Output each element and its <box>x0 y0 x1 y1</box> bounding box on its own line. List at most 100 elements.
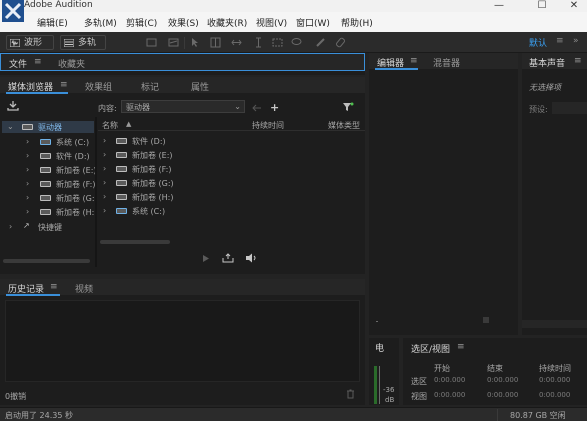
preset-label: 预设: <box>529 105 548 114</box>
import-icon[interactable] <box>7 100 19 111</box>
filter-icon[interactable] <box>342 102 354 112</box>
maximize-button[interactable]: ☐ <box>531 0 553 12</box>
app-logo-icon <box>2 0 24 22</box>
list-item[interactable]: 新加卷 (H:) <box>132 192 174 203</box>
add-shortcut-icon[interactable]: + <box>270 101 279 114</box>
tree-item-f[interactable]: 新加卷 (F:) <box>56 179 95 190</box>
chevron-right-icon[interactable]: › <box>26 193 29 202</box>
list-item[interactable]: 软件 (D:) <box>132 136 166 147</box>
tree-item-h[interactable]: 新加卷 (H:) <box>56 207 98 218</box>
view-end-field[interactable]: 0:00.000 <box>487 391 518 399</box>
waveform-icon <box>10 39 20 47</box>
multitrack-view-button[interactable]: 多轨 <box>60 35 106 50</box>
tree-item-e[interactable]: 新加卷 (E:) <box>56 165 97 176</box>
spectral-display-icon[interactable] <box>146 37 157 48</box>
tab-effects-rack[interactable]: 效果组 <box>85 80 112 93</box>
chevron-right-icon[interactable]: › <box>103 178 106 187</box>
back-arrow-icon[interactable] <box>252 104 262 112</box>
marquee-tool-icon[interactable] <box>272 37 283 48</box>
column-media-type[interactable]: 媒体类型 <box>328 120 360 131</box>
media-browser-menu-icon[interactable]: ≡ <box>60 80 68 90</box>
close-button[interactable]: ✕ <box>563 0 585 12</box>
view-start-field[interactable]: 0:00.000 <box>434 391 465 399</box>
pitch-display-icon[interactable] <box>168 37 179 48</box>
lasso-tool-icon[interactable] <box>291 37 302 48</box>
tab-video[interactable]: 视频 <box>75 282 93 295</box>
workspace-more-icon[interactable]: » <box>573 36 579 46</box>
selection-end-field[interactable]: 0:00.000 <box>487 376 518 384</box>
selection-duration-field[interactable]: 0:00.000 <box>539 376 570 384</box>
brush-tool-icon[interactable] <box>315 37 326 48</box>
chevron-down-icon[interactable]: ⌄ <box>7 122 14 131</box>
chevron-right-icon[interactable]: › <box>26 179 29 188</box>
tab-selection-view[interactable]: 选区/视图 <box>411 342 450 355</box>
chevron-right-icon[interactable]: › <box>26 137 29 146</box>
list-item[interactable]: 新加卷 (G:) <box>132 178 174 189</box>
selection-panel-menu-icon[interactable]: ≡ <box>457 342 465 352</box>
chevron-right-icon[interactable]: › <box>9 222 12 231</box>
menu-favorites[interactable]: 收藏夹(R) <box>207 16 247 29</box>
column-duration[interactable]: 持续时间 <box>252 120 284 131</box>
waveform-view-button[interactable]: 波形 <box>6 35 54 50</box>
basic-sound-scrollbar[interactable] <box>522 320 587 328</box>
menu-view[interactable]: 视图(V) <box>256 16 287 29</box>
minimize-button[interactable]: — <box>488 0 510 12</box>
move-tool-icon[interactable] <box>190 37 201 48</box>
play-icon[interactable] <box>202 254 210 263</box>
menu-help[interactable]: 帮助(H) <box>341 16 373 29</box>
row-selection-label: 选区 <box>411 377 427 386</box>
tree-item-shortcuts[interactable]: 快捷键 <box>38 222 62 233</box>
menu-effects[interactable]: 效果(S) <box>168 16 199 29</box>
tab-markers[interactable]: 标记 <box>141 80 159 93</box>
chevron-right-icon[interactable]: › <box>26 165 29 174</box>
tree-item-c[interactable]: 系统 (C:) <box>56 137 89 148</box>
chevron-right-icon[interactable]: › <box>103 164 106 173</box>
list-item[interactable]: 系统 (C:) <box>132 206 165 217</box>
menu-edit[interactable]: 编辑(E) <box>37 16 68 29</box>
chevron-right-icon[interactable]: › <box>103 192 106 201</box>
list-horizontal-scrollbar[interactable] <box>100 240 170 244</box>
basic-sound-menu-icon[interactable]: ≡ <box>574 56 582 66</box>
tab-basic-sound[interactable]: 基本声音 <box>529 56 565 69</box>
tab-favorites[interactable]: 收藏夹 <box>58 57 85 70</box>
tree-splitter[interactable] <box>95 117 97 267</box>
tree-item-d[interactable]: 软件 (D:) <box>56 151 90 162</box>
selection-start-field[interactable]: 0:00.000 <box>434 376 465 384</box>
list-item[interactable]: 新加卷 (E:) <box>132 150 173 161</box>
content-dropdown[interactable]: 驱动器 ⌄ <box>121 100 245 113</box>
menu-multitrack[interactable]: 多轨(M) <box>84 16 117 29</box>
files-panel-menu-icon[interactable]: ≡ <box>34 57 42 67</box>
history-panel-tabs: 历史记录 ≡ 视频 <box>0 279 365 295</box>
preset-dropdown[interactable] <box>552 102 587 114</box>
tab-properties[interactable]: 属性 <box>191 80 209 93</box>
tree-item-drives[interactable]: 驱动器 <box>38 122 62 133</box>
editor-resize-handle[interactable] <box>483 317 489 323</box>
menu-clip[interactable]: 剪辑(C) <box>126 16 157 29</box>
editor-panel-menu-icon[interactable]: ≡ <box>410 56 418 66</box>
tree-horizontal-scrollbar[interactable] <box>3 259 90 263</box>
volume-icon[interactable] <box>245 253 258 263</box>
tree-item-g[interactable]: 新加卷 (G:) <box>56 193 98 204</box>
razor-tool-icon[interactable] <box>210 37 221 48</box>
loop-playback-icon[interactable] <box>222 253 234 263</box>
slip-tool-icon[interactable] <box>231 37 242 48</box>
tab-level-meter[interactable]: 电 <box>375 341 384 354</box>
chevron-right-icon[interactable]: › <box>103 150 106 159</box>
drive-icon <box>116 180 127 186</box>
column-name[interactable]: 名称 <box>102 120 118 131</box>
workspace-menu-icon[interactable]: ≡ <box>556 36 564 46</box>
view-duration-field[interactable]: 0:00.000 <box>539 391 570 399</box>
spot-healing-tool-icon[interactable] <box>335 37 346 48</box>
tab-files[interactable]: 文件 <box>9 57 27 70</box>
chevron-right-icon[interactable]: › <box>103 206 106 215</box>
list-item[interactable]: 新加卷 (F:) <box>132 164 171 175</box>
history-panel-menu-icon[interactable]: ≡ <box>50 282 58 292</box>
chevron-right-icon[interactable]: › <box>26 151 29 160</box>
chevron-right-icon[interactable]: › <box>103 136 106 145</box>
workspace-default-button[interactable]: 默认 <box>529 36 547 49</box>
chevron-right-icon[interactable]: › <box>26 207 29 216</box>
time-selection-tool-icon[interactable] <box>253 37 264 48</box>
delete-history-icon[interactable] <box>346 389 355 399</box>
tab-mixer[interactable]: 混音器 <box>433 56 460 69</box>
menu-window[interactable]: 窗口(W) <box>296 16 330 29</box>
